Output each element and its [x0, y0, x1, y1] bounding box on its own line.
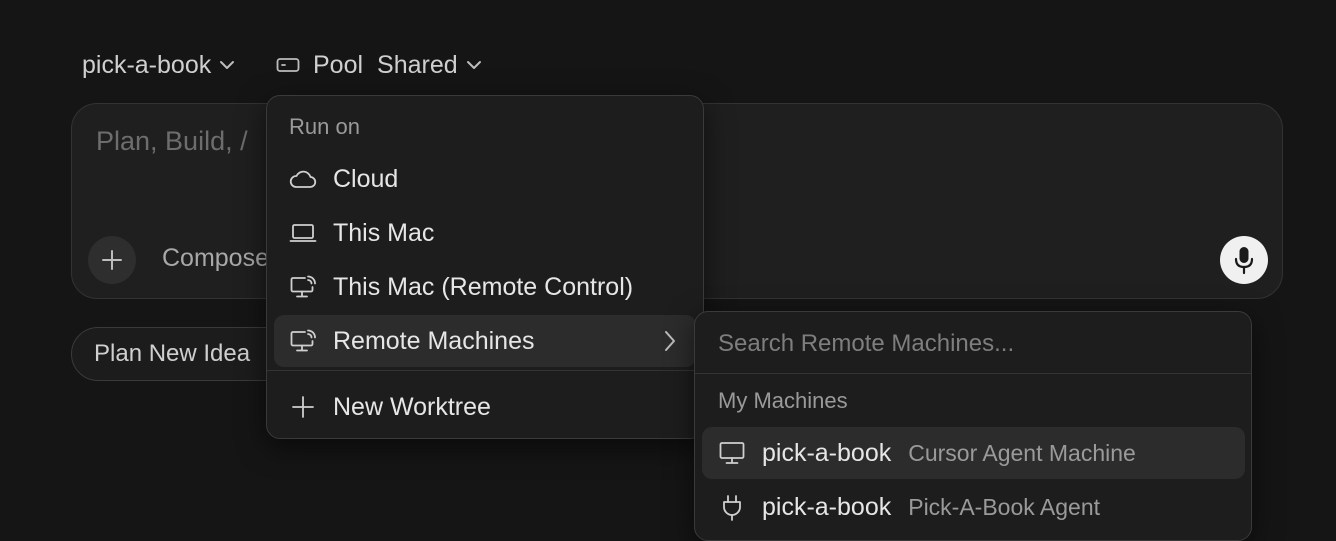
add-button[interactable] — [88, 236, 136, 284]
remote-desktop-icon — [288, 272, 318, 302]
plug-icon — [717, 492, 747, 522]
machine-item[interactable]: pick-a-book Cursor Agent Machine — [702, 427, 1245, 479]
composer-input[interactable]: Plan, Build, / — [96, 126, 248, 157]
chevron-down-icon — [219, 60, 235, 70]
cloud-icon — [288, 164, 318, 194]
machine-name: pick-a-book — [762, 438, 892, 467]
machine-item[interactable]: pick-a-book Pick-A-Book Agent — [702, 481, 1245, 533]
chip-label: Plan New Idea — [94, 340, 251, 367]
menu-item-this-mac-remote-control[interactable]: This Mac (Remote Control) — [274, 261, 696, 313]
microphone-icon — [1233, 245, 1255, 275]
microphone-button[interactable] — [1220, 236, 1268, 284]
menu-divider — [267, 370, 695, 371]
menu-header: Run on — [289, 114, 360, 139]
repo-selector[interactable]: pick-a-book — [82, 48, 235, 82]
laptop-icon — [288, 218, 318, 248]
pool-selector[interactable]: Pool Shared — [276, 48, 482, 82]
composer-mode[interactable]: Compose — [162, 244, 269, 273]
plus-icon — [288, 392, 318, 422]
repo-label: pick-a-book — [82, 50, 212, 79]
menu-item-remote-machines[interactable]: Remote Machines — [274, 315, 696, 367]
remote-machines-search-input[interactable]: Search Remote Machines... — [718, 330, 1014, 358]
chevron-right-icon — [664, 330, 676, 352]
menu-item-cloud[interactable]: Cloud — [274, 153, 696, 205]
machine-description: Cursor Agent Machine — [908, 439, 1136, 466]
plus-icon — [100, 248, 124, 272]
menu-item-label: Remote Machines — [333, 326, 535, 355]
monitor-icon — [717, 438, 747, 468]
menu-item-label: Cloud — [333, 164, 399, 193]
menu-item-this-mac[interactable]: This Mac — [274, 207, 696, 259]
server-icon — [276, 57, 300, 73]
chevron-down-icon — [466, 60, 482, 70]
menu-item-label: This Mac (Remote Control) — [333, 272, 634, 301]
menu-item-new-worktree[interactable]: New Worktree — [274, 381, 696, 433]
pool-value: Shared — [377, 50, 458, 79]
menu-item-label: This Mac — [333, 218, 435, 247]
submenu-divider — [695, 373, 1251, 374]
pool-label: Pool — [313, 50, 364, 79]
menu-item-label: New Worktree — [333, 392, 491, 421]
machine-name: pick-a-book — [762, 492, 892, 521]
machine-description: Pick-A-Book Agent — [908, 493, 1100, 520]
submenu-section-header: My Machines — [718, 388, 848, 413]
remote-desktop-icon — [288, 326, 318, 356]
